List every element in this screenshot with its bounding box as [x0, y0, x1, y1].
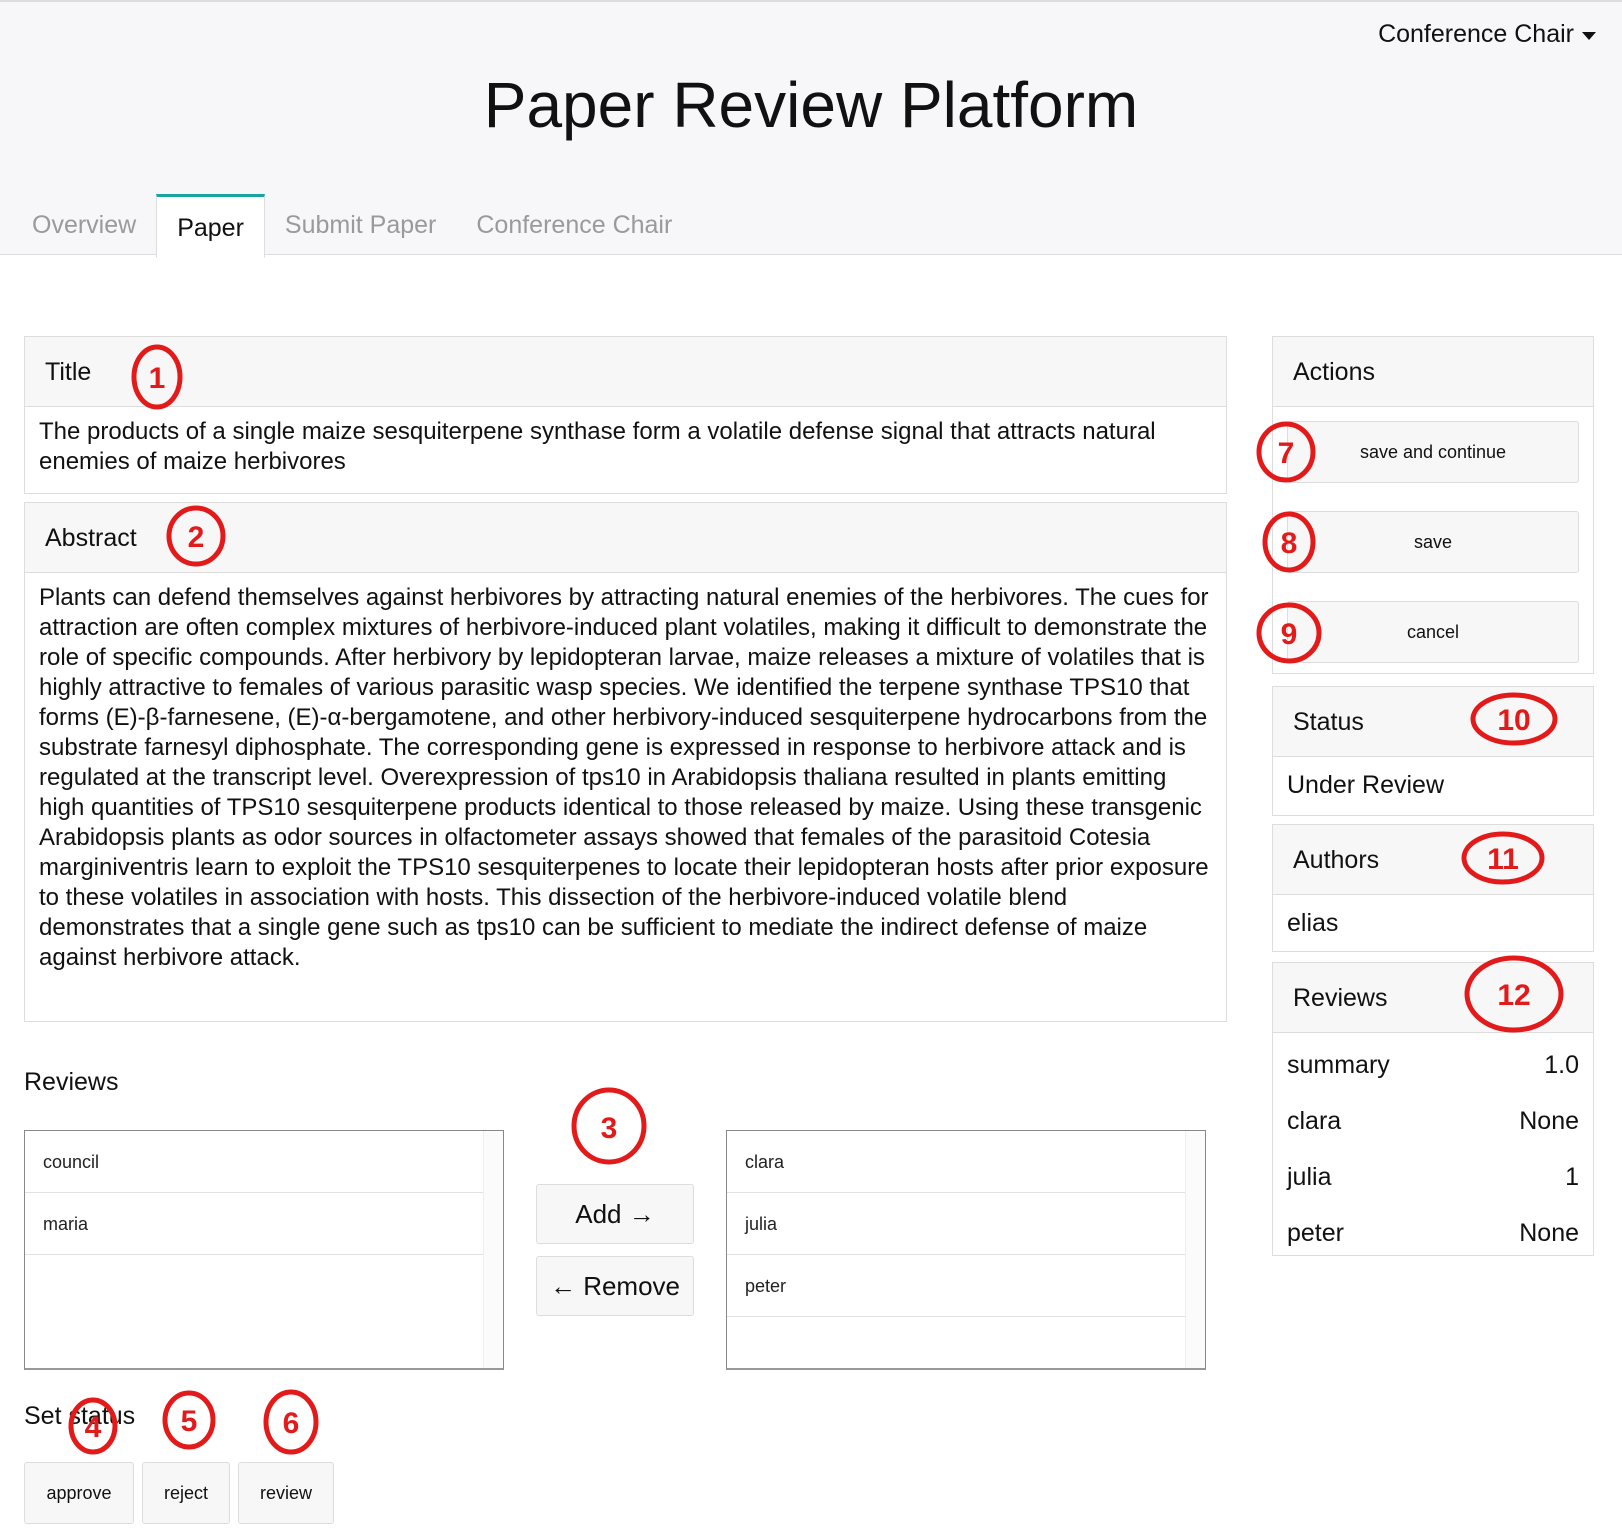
status-heading: Status: [1273, 687, 1593, 757]
cancel-button[interactable]: cancel: [1287, 601, 1579, 663]
list-item[interactable]: clara: [727, 1131, 1185, 1193]
save-and-continue-button[interactable]: save and continue: [1287, 421, 1579, 483]
author-name: elias: [1287, 909, 1339, 937]
tab-conference-chair[interactable]: Conference Chair: [456, 194, 692, 257]
annotation-circle: [263, 1389, 319, 1455]
reject-button[interactable]: reject: [142, 1462, 230, 1524]
list-item[interactable]: julia: [727, 1193, 1185, 1255]
annotation-circle: [162, 1390, 216, 1450]
tab-submit-paper[interactable]: Submit Paper: [265, 194, 456, 257]
annotation-number: 3: [601, 1112, 618, 1145]
review-row: summary 1.0: [1273, 1037, 1593, 1093]
review-score: 1.0: [1544, 1051, 1579, 1079]
status-value: Under Review: [1287, 771, 1445, 799]
actions-heading: Actions: [1273, 337, 1593, 407]
list-item[interactable]: maria: [25, 1193, 483, 1255]
review-score: 1: [1565, 1163, 1579, 1191]
user-menu-dropdown[interactable]: Conference Chair: [1378, 20, 1596, 49]
approve-button[interactable]: approve: [24, 1462, 134, 1524]
annotation-circle: [571, 1087, 647, 1165]
annotation-number: 6: [283, 1407, 300, 1440]
review-row: peter None: [1273, 1205, 1593, 1261]
review-score: None: [1519, 1219, 1579, 1247]
add-reviewer-button[interactable]: Add →: [536, 1184, 694, 1244]
reviews-table: summary 1.0 clara None julia 1 peter Non…: [1273, 1033, 1593, 1261]
title-panel: Title The products of a single maize ses…: [24, 336, 1227, 494]
review-name: julia: [1287, 1163, 1332, 1191]
set-status-label: Set status: [24, 1402, 136, 1430]
list-scrollbar[interactable]: [483, 1131, 503, 1368]
assigned-reviewers-list[interactable]: clara julia peter: [726, 1130, 1206, 1370]
review-row: julia 1: [1273, 1149, 1593, 1205]
list-item[interactable]: peter: [727, 1255, 1185, 1317]
tab-bar: Overview Paper Submit Paper Conference C…: [0, 194, 692, 258]
tab-overview[interactable]: Overview: [0, 194, 156, 257]
authors-panel: Authors elias: [1272, 824, 1594, 952]
review-name: clara: [1287, 1107, 1342, 1135]
authors-heading: Authors: [1273, 825, 1593, 895]
review-button[interactable]: review: [238, 1462, 334, 1524]
paper-title-text: The products of a single maize sesquiter…: [39, 418, 1156, 475]
actions-panel: Actions save and continue save cancel: [1272, 336, 1594, 674]
status-panel: Status Under Review: [1272, 686, 1594, 816]
list-item[interactable]: council: [25, 1131, 483, 1193]
title-heading: Title: [25, 337, 1226, 407]
list-scrollbar[interactable]: [1185, 1131, 1205, 1368]
available-reviewers-list[interactable]: council maria: [24, 1130, 504, 1370]
remove-reviewer-button[interactable]: ← Remove: [536, 1256, 694, 1316]
abstract-panel: Abstract Plants can defend themselves ag…: [24, 502, 1227, 1022]
caret-down-icon: [1582, 32, 1596, 40]
annotation-number: 5: [181, 1405, 198, 1438]
review-score: None: [1519, 1107, 1579, 1135]
user-menu-label: Conference Chair: [1378, 20, 1574, 48]
abstract-heading: Abstract: [25, 503, 1226, 573]
app-header: Conference Chair Paper Review Platform O…: [0, 0, 1622, 258]
review-row: clara None: [1273, 1093, 1593, 1149]
reviews-panel: Reviews summary 1.0 clara None julia 1 p…: [1272, 962, 1594, 1256]
paper-abstract-text: Plants can defend themselves against her…: [39, 584, 1209, 971]
review-name: summary: [1287, 1051, 1390, 1079]
review-name: peter: [1287, 1219, 1344, 1247]
save-button[interactable]: save: [1287, 511, 1579, 573]
reviews-section-label: Reviews: [24, 1068, 119, 1096]
tab-paper[interactable]: Paper: [156, 194, 265, 258]
app-title: Paper Review Platform: [483, 69, 1139, 141]
reviews-heading: Reviews: [1273, 963, 1593, 1033]
